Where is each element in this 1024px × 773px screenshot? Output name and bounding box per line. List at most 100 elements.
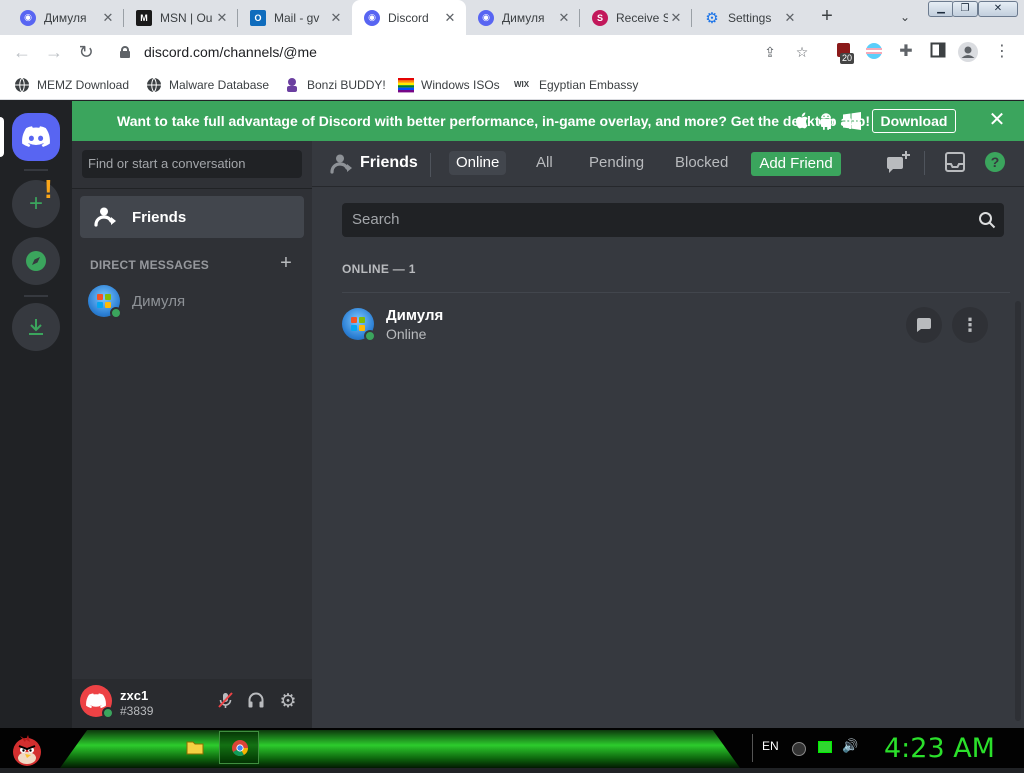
bookmark-star-icon[interactable]: ☆ (792, 42, 812, 62)
banner-download-button[interactable]: Download (872, 109, 956, 133)
create-dm-plus-icon[interactable]: + (278, 253, 294, 273)
help-button[interactable]: ? (984, 151, 1008, 175)
download-apps-button[interactable] (12, 303, 60, 351)
extension-blocker-icon[interactable]: 20 (834, 42, 855, 64)
tab-label: Димуля (502, 10, 545, 25)
close-icon[interactable]: ✕ (328, 10, 344, 26)
chrome-taskbar-button[interactable] (219, 731, 259, 764)
tab-msn[interactable]: M MSN | Ou ✕ (124, 0, 238, 35)
sidebar-item-friends[interactable]: Friends (80, 196, 304, 238)
svg-text:?: ? (991, 154, 1000, 170)
file-explorer-button[interactable] (186, 738, 204, 756)
scrollbar[interactable] (1015, 301, 1021, 721)
new-group-dm-button[interactable] (885, 151, 910, 175)
bookmark-memz[interactable]: MEMZ Download (14, 76, 129, 94)
bookmark-bonzi-buddy[interactable]: Bonzi BUDDY! (284, 76, 386, 94)
more-options-button[interactable]: ⋮ (952, 307, 988, 343)
banner-close-button[interactable]: ✕ (986, 109, 1008, 131)
close-icon[interactable]: ✕ (668, 10, 684, 26)
tab-receive-sms[interactable]: S Receive S ✕ (580, 0, 692, 35)
friends-wave-icon (94, 207, 116, 227)
volume-icon[interactable]: 🔊 (842, 738, 858, 756)
user-settings-button[interactable]: ⚙ (277, 691, 299, 713)
tray-app-icon[interactable] (792, 742, 806, 756)
bookmark-malware-database[interactable]: Malware Database (146, 76, 269, 94)
close-icon[interactable]: ✕ (442, 10, 458, 26)
friends-wave-icon (330, 154, 352, 174)
user-avatar[interactable] (80, 685, 114, 719)
tab-dimulya-2[interactable]: ◉ Димуля ✕ (466, 0, 580, 35)
bookmark-label: Bonzi BUDDY! (307, 78, 386, 92)
dm-item-dimulya[interactable]: Димуля (80, 284, 304, 319)
input-language-indicator[interactable]: EN (762, 739, 779, 753)
browser-menu-icon[interactable]: ⋮ (992, 42, 1012, 62)
tab-blocked[interactable]: Blocked (668, 151, 735, 175)
message-button[interactable] (906, 307, 942, 343)
share-icon[interactable]: ⇪ (760, 42, 780, 62)
desktop-app-banner: Want to take full advantage of Discord w… (72, 101, 1024, 141)
maximize-button[interactable]: ❐ (952, 1, 978, 17)
tab-discord-active[interactable]: ◉ Discord ✕ (352, 0, 466, 35)
tab-settings[interactable]: ⚙ Settings ✕ (692, 0, 806, 35)
address-bar[interactable]: discord.com/channels/@me (110, 37, 824, 67)
back-button[interactable]: ← (10, 40, 34, 64)
window-close-button[interactable]: ✕ (978, 1, 1018, 17)
find-conversation-input[interactable]: Find or start a conversation (82, 150, 302, 178)
deafen-button[interactable] (245, 691, 267, 713)
close-icon[interactable]: ✕ (782, 10, 798, 26)
inbox-button[interactable] (944, 151, 968, 175)
friend-row-dimulya[interactable]: Димуля Online ⋮ (342, 293, 1010, 355)
avatar (342, 308, 376, 342)
globe-icon (15, 77, 29, 93)
side-panel-icon[interactable] (928, 42, 948, 62)
friends-search-input[interactable]: Search (342, 203, 1004, 237)
discord-home-button[interactable] (12, 113, 60, 161)
direct-messages-header: DIRECT MESSAGES (90, 258, 210, 272)
outlook-icon: O (250, 9, 266, 26)
profile-avatar-icon[interactable] (958, 42, 978, 62)
add-friend-button[interactable]: Add Friend (751, 152, 841, 176)
wix-icon: WIX (514, 80, 530, 89)
direct-messages-sidebar: Find or start a conversation Friends DIR… (72, 141, 312, 679)
new-tab-button[interactable]: + (815, 5, 839, 29)
online-status-dot (364, 330, 376, 342)
minimize-button[interactable]: ▁ (928, 1, 954, 17)
windows-logo-icon (97, 294, 111, 308)
extension-flag-icon[interactable] (864, 42, 884, 62)
start-button[interactable] (6, 730, 48, 768)
dm-name: Димуля (132, 292, 186, 310)
tab-outlook-mail[interactable]: O Mail - gv ✕ (238, 0, 352, 35)
extensions-puzzle-icon[interactable]: ✚ (896, 42, 916, 62)
taskbar-glow (60, 730, 740, 768)
tab-pending[interactable]: Pending (582, 151, 651, 175)
divider (72, 188, 312, 189)
lock-icon[interactable] (120, 46, 130, 58)
close-icon[interactable]: ✕ (214, 10, 230, 26)
mute-microphone-button[interactable] (214, 691, 236, 713)
friend-name: Димуля (386, 307, 444, 324)
online-count-header: ONLINE — 1 (342, 262, 416, 276)
network-icon[interactable] (818, 741, 832, 753)
bookmark-windows-isos[interactable]: Windows ISOs (398, 76, 500, 94)
close-icon[interactable]: ✕ (100, 10, 116, 26)
discord-icon: ◉ (478, 9, 494, 26)
forward-button[interactable]: → (42, 40, 66, 64)
windows-icon (843, 112, 861, 130)
bookmark-egyptian-embassy[interactable]: WIX Egyptian Embassy (514, 76, 638, 94)
tab-search-chevron-icon[interactable]: ⌄ (894, 6, 916, 28)
tab-online[interactable]: Online (449, 151, 507, 175)
apple-icon (796, 112, 808, 129)
friend-status: Online (386, 326, 427, 342)
tab-dimulya-1[interactable]: ◉ Димуля ✕ (8, 0, 124, 35)
taskbar-clock[interactable]: 4:23 AM (884, 733, 995, 764)
add-server-button[interactable]: + ! (12, 174, 60, 228)
explore-servers-button[interactable] (12, 237, 60, 285)
page-title: Friends (360, 154, 418, 171)
tab-all[interactable]: All (529, 151, 560, 175)
discord-icon: ◉ (364, 9, 380, 26)
receive-sms-icon: S (592, 9, 608, 26)
bookmarks-bar: MEMZ Download Malware Database Bonzi BUD… (0, 69, 1024, 100)
reload-button[interactable]: ↻ (74, 40, 98, 64)
friends-header-bar: Friends Online All Pending Blocked Add F… (312, 141, 1024, 187)
close-icon[interactable]: ✕ (556, 10, 572, 26)
